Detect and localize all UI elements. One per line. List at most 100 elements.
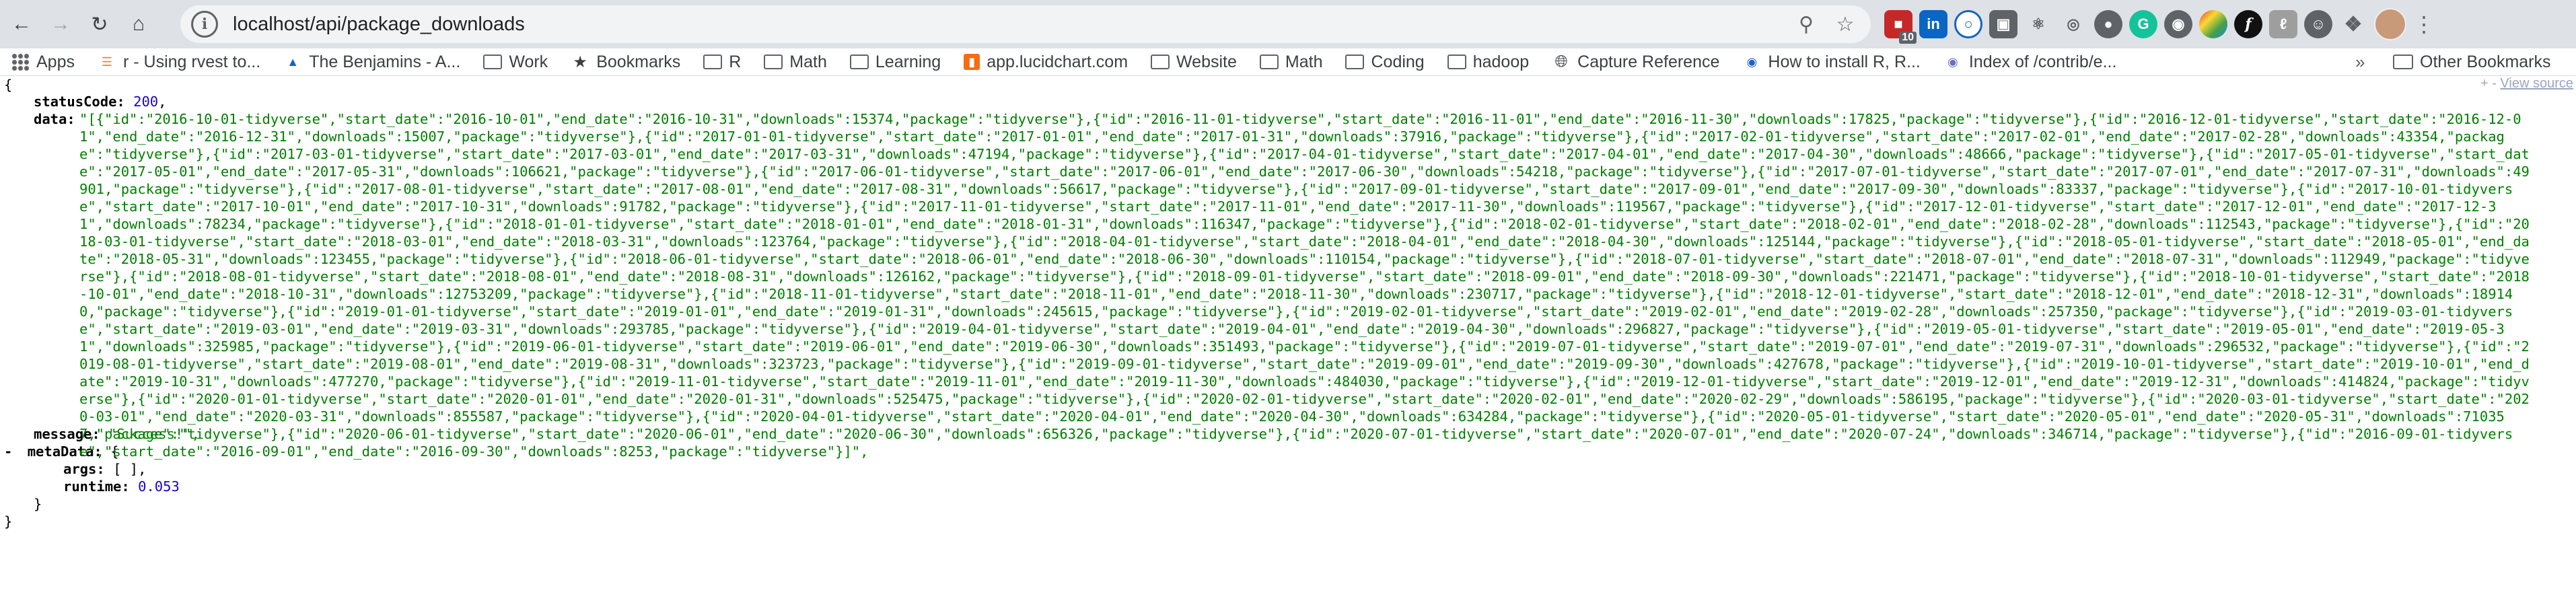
bookmark-folder-r[interactable]: R	[703, 52, 741, 72]
extension-chat-icon[interactable]: ▣	[1989, 10, 2017, 38]
status-code-row: statusCode: 200,	[34, 94, 167, 110]
json-key: statusCode:	[34, 94, 125, 110]
json-viewer: + - View source { statusCode: 200, data:…	[0, 76, 2576, 530]
forward-icon[interactable]: →	[43, 7, 78, 42]
stackoverflow-icon: ☰	[101, 55, 113, 69]
args-row: args: [ ],	[4, 460, 2576, 478]
site-icon: ▲	[287, 55, 299, 69]
json-body: { statusCode: 200, data: "[{"id":"2016-1…	[0, 76, 2576, 530]
bookmark-star-icon[interactable]: ☆	[1832, 11, 1859, 38]
expand-collapse-toggle[interactable]: + -	[2480, 76, 2497, 91]
lucidchart-icon: ▮	[964, 54, 980, 70]
collapse-toggle[interactable]: -	[4, 443, 12, 460]
bookmark-label: r - Using rvest to...	[122, 52, 261, 71]
folder-icon	[849, 54, 869, 70]
bookmark-capture-reference[interactable]: 🌐︎ Capture Reference	[1552, 52, 1720, 72]
site-icon: ◉	[1947, 55, 1958, 69]
extension-react-icon[interactable]: ⚛	[2024, 10, 2052, 38]
extension-face-icon[interactable]: ☺	[2304, 10, 2332, 38]
bookmark-folder-math[interactable]: Math	[764, 52, 827, 72]
json-key: runtime:	[63, 478, 130, 495]
folder-icon	[764, 54, 783, 70]
bookmark-label: Bookmarks	[596, 52, 681, 71]
bookmark-rvest[interactable]: ☰ r - Using rvest to...	[98, 52, 260, 72]
json-array: [ ],	[113, 461, 147, 477]
extension-badge: 10	[1899, 32, 1917, 44]
json-key: data:	[34, 111, 75, 127]
star-icon: ★	[573, 52, 587, 71]
bookmark-label: R	[729, 52, 742, 71]
metadata-close-brace: }	[34, 496, 42, 512]
bookmark-folder-learning[interactable]: Learning	[849, 52, 941, 72]
globe-icon: 🌐︎	[1554, 52, 1568, 71]
bookmark-label: Apps	[36, 52, 75, 71]
other-bookmarks[interactable]: Other Bookmarks	[2393, 52, 2551, 72]
open-brace: {	[4, 77, 13, 93]
folder-icon	[1345, 54, 1365, 70]
folder-icon	[2393, 55, 2413, 69]
bookmark-apps[interactable]: Apps	[11, 52, 75, 72]
extension-dot-icon[interactable]: ◉	[2164, 10, 2192, 38]
bookmark-label: How to install R, R...	[1768, 52, 1921, 71]
back-icon[interactable]: ←	[4, 7, 39, 42]
bookmarks-overflow-chevron-icon[interactable]: »	[2355, 52, 2365, 73]
bookmark-benjamins[interactable]: ▲ The Benjamins - A...	[283, 52, 460, 72]
data-string-value: "[{"id":"2016-10-01-tidyverse","start_da…	[79, 111, 2530, 460]
extension-formula-icon[interactable]: f	[2234, 10, 2262, 38]
extension-ring-icon[interactable]: ○	[1954, 10, 1982, 38]
site-icon: ◉	[1746, 55, 1758, 69]
folder-icon	[1151, 54, 1170, 70]
bookmark-label: Capture Reference	[1577, 52, 1720, 71]
avatar[interactable]	[2374, 8, 2406, 40]
json-number: 0.053	[138, 478, 180, 495]
bookmark-label: app.lucidchart.com	[987, 52, 1129, 71]
home-icon[interactable]: ⌂	[121, 7, 156, 42]
extension-gray-icon[interactable]: ℓ	[2269, 10, 2297, 38]
browser-toolbar: ← → ↻ ⌂ i localhost/api/package_download…	[0, 0, 2576, 48]
bookmark-label: Work	[509, 52, 548, 71]
bookmark-label: hadoop	[1472, 52, 1530, 71]
data-row: data: "[{"id":"2016-10-01-tidyverse","st…	[4, 110, 2576, 460]
view-source-link[interactable]: View source	[2500, 76, 2573, 91]
bookmark-install-r[interactable]: ◉ How to install R, R...	[1742, 52, 1921, 72]
bookmark-index-contrib[interactable]: ◉ Index of /contrib/e...	[1943, 52, 2117, 72]
json-number: 200	[133, 94, 159, 110]
bookmark-label: Learning	[875, 52, 941, 71]
view-source-control: + - View source	[2480, 76, 2573, 92]
bookmark-label: Coding	[1371, 52, 1425, 71]
bookmark-folder-coding[interactable]: Coding	[1345, 52, 1425, 72]
extensions-area: ■ 10 in ○ ▣ ⚛ ◎ ● G ◉ f ℓ ☺ ❖ ⋮	[1884, 5, 2435, 44]
apps-grid-icon	[11, 53, 30, 71]
folder-icon	[1447, 54, 1466, 70]
site-info-icon[interactable]: i	[191, 11, 218, 38]
zoom-search-icon[interactable]: ⚲	[1793, 11, 1820, 38]
bookmark-folder-work[interactable]: Work	[483, 52, 548, 72]
bookmark-folder-hadoop[interactable]: hadoop	[1447, 52, 1529, 72]
bookmark-label: Index of /contrib/e...	[1968, 52, 2117, 71]
json-key: args:	[63, 461, 105, 477]
folder-icon	[703, 54, 723, 70]
bookmark-label: The Benjamins - A...	[309, 52, 461, 71]
extension-circle-icon[interactable]: ●	[2094, 10, 2122, 38]
bookmark-label: Math	[1285, 52, 1323, 71]
bookmarks-bar: Apps ☰ r - Using rvest to... ▲ The Benjami…	[0, 48, 2576, 76]
extension-red-icon[interactable]: ■ 10	[1884, 10, 1917, 44]
extension-target-icon[interactable]: ◎	[2059, 10, 2087, 38]
url-text[interactable]: localhost/api/package_downloads	[233, 13, 525, 36]
extensions-puzzle-icon[interactable]: ❖	[2339, 10, 2367, 38]
folder-icon	[483, 54, 503, 70]
menu-kebab-icon[interactable]: ⋮	[2413, 11, 2435, 37]
bookmark-folder-website[interactable]: Website	[1151, 52, 1237, 72]
reload-icon[interactable]: ↻	[82, 7, 117, 42]
bookmark-label: Website	[1176, 52, 1237, 71]
color-picker-icon[interactable]	[2199, 10, 2227, 38]
address-bar[interactable]: i localhost/api/package_downloads ⚲ ☆	[180, 5, 1871, 43]
bookmark-lucidchart[interactable]: ▮ app.lucidchart.com	[964, 52, 1128, 72]
runtime-row: runtime: 0.053	[4, 478, 2576, 495]
close-brace: }	[4, 513, 13, 530]
linkedin-icon[interactable]: in	[1919, 10, 1947, 38]
bookmark-folder-math-2[interactable]: Math	[1259, 52, 1323, 72]
bookmark-bookmarks[interactable]: ★ Bookmarks	[571, 52, 680, 72]
folder-icon	[1259, 54, 1279, 70]
grammarly-icon[interactable]: G	[2129, 10, 2157, 38]
